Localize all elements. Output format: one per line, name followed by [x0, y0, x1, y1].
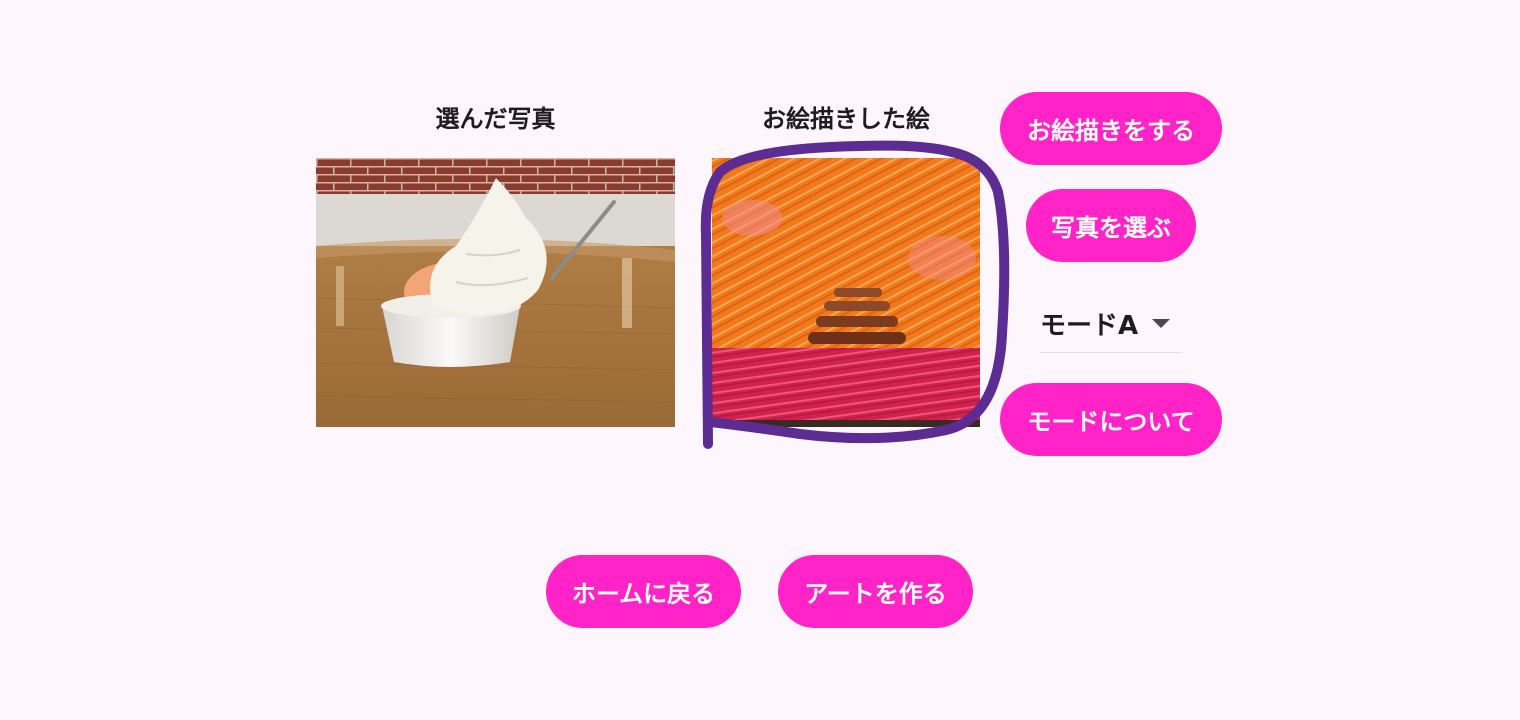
- mode-dropdown[interactable]: モードA: [1040, 300, 1182, 353]
- drawn-picture-image: [712, 158, 980, 427]
- draw-button[interactable]: お絵描きをする: [1000, 92, 1222, 165]
- dropdown-arrow-icon: [1152, 319, 1170, 328]
- choose-photo-button[interactable]: 写真を選ぶ: [1026, 189, 1196, 262]
- home-button[interactable]: ホームに戻る: [546, 555, 741, 628]
- mode-dropdown-value: モードA: [1040, 311, 1139, 341]
- selected-photo-title: 選んだ写真: [435, 105, 556, 133]
- selected-photo-image: [316, 158, 675, 427]
- drawing-title: お絵描きした絵: [762, 105, 930, 133]
- make-art-button[interactable]: アートを作る: [778, 555, 973, 628]
- about-mode-button[interactable]: モードについて: [1000, 383, 1222, 456]
